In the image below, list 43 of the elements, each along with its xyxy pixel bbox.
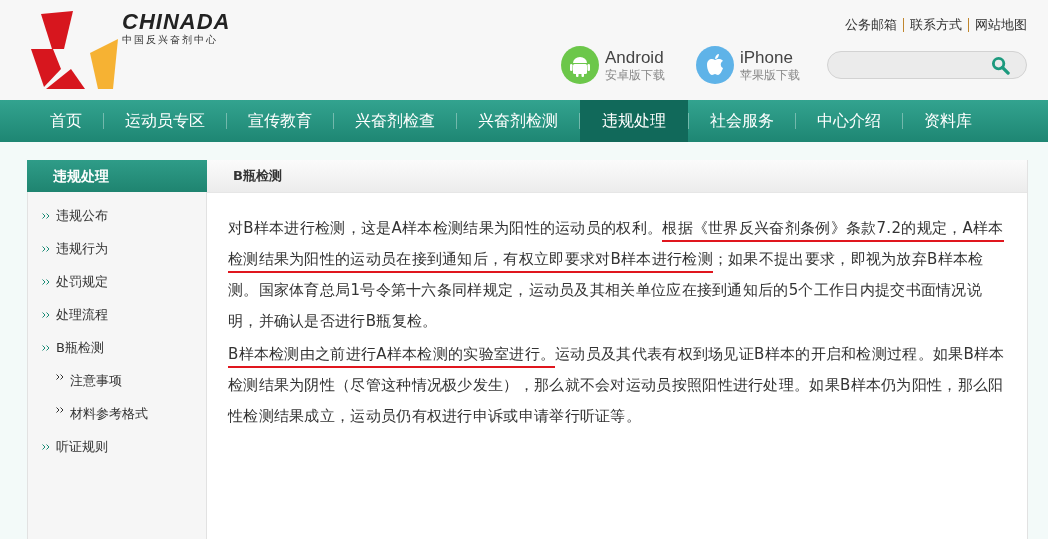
app-name[interactable]: Android: [605, 47, 665, 68]
app-caption[interactable]: 苹果版下载: [740, 67, 800, 83]
double-chevron-icon: [42, 212, 50, 219]
double-chevron-icon: [42, 278, 50, 285]
sidebar-item[interactable]: 违规行为: [56, 239, 108, 258]
sidebar-item[interactable]: 违规公布: [56, 206, 108, 225]
search-field[interactable]: [827, 51, 1027, 79]
sidebar-item[interactable]: B瓶检测: [56, 338, 104, 357]
top-link[interactable]: 公务邮箱: [845, 16, 897, 34]
nav-tab[interactable]: 违规处理: [580, 100, 688, 142]
nav-tab[interactable]: 社会服务: [689, 100, 795, 142]
search-icon[interactable]: [991, 55, 1010, 75]
apple-icon[interactable]: [696, 46, 734, 84]
app-name[interactable]: iPhone: [740, 47, 800, 68]
content-title: B瓶检测: [207, 160, 1027, 193]
paragraph: 对B样本进行检测，这是A样本检测结果为阳性的运动员的权利。根据《世界反兴奋剂条例》条款7.2的规定，A样本检测结果为阳性的运动员在接到通知后，有权立即要求对B样本进行检测；如果不提出要求，即视为放弃B样本检测。国家体育总局1号令第十六条同样规定，运动员及其相关单位应在接到通知后的5个工作日内提交书面情况说明，并确认是否进行B瓶复检。: [228, 218, 1005, 332]
sidebar-item[interactable]: 听证规则: [56, 437, 108, 456]
sidebar-subitem[interactable]: 材料参考格式: [70, 404, 148, 423]
nav-tab[interactable]: 兴奋剂检测: [457, 100, 579, 142]
logo-subtitle: 中国反兴奋剂中心: [122, 34, 219, 46]
sidebar-item[interactable]: 处罚规定: [56, 272, 108, 291]
double-chevron-icon: [42, 245, 50, 252]
sidebar-title: 违规处理: [27, 160, 207, 192]
nav-tab[interactable]: 资料库: [903, 100, 993, 142]
nav-tab[interactable]: 兴奋剂检查: [334, 100, 456, 142]
double-chevron-icon: [42, 344, 50, 351]
sidebar-item[interactable]: 处理流程: [56, 305, 108, 324]
app-caption[interactable]: 安卓版下载: [605, 67, 665, 83]
double-chevron-icon: [42, 443, 50, 450]
nav-tab[interactable]: 宣传教育: [227, 100, 333, 142]
nav-tab[interactable]: 中心介绍: [796, 100, 902, 142]
paragraph: B样本检测由之前进行A样本检测的实验室进行。运动员及其代表有权到场见证B样本的开启和检测过程。如果B样本检测结果为阴性（尽管这种情况极少发生），那么就不会对运动员按照阳性进行处理。如果B样本仍为阳性，那么阳性检测结果成立，运动员仍有权进行申诉或申请举行听证等。: [228, 344, 1005, 427]
nav-tab[interactable]: 首页: [29, 100, 103, 142]
sidebar-subitem[interactable]: 注意事项: [70, 371, 122, 390]
nav-tab[interactable]: 运动员专区: [104, 100, 226, 142]
double-chevron-icon: [56, 373, 64, 380]
top-link[interactable]: 网站地图: [975, 16, 1027, 34]
star-logo-icon: [28, 9, 118, 89]
top-link[interactable]: 联系方式: [910, 16, 962, 34]
android-icon[interactable]: [561, 46, 599, 84]
double-chevron-icon: [42, 311, 50, 318]
double-chevron-icon: [56, 406, 64, 413]
logo-wordmark: CHINADA: [122, 10, 231, 34]
